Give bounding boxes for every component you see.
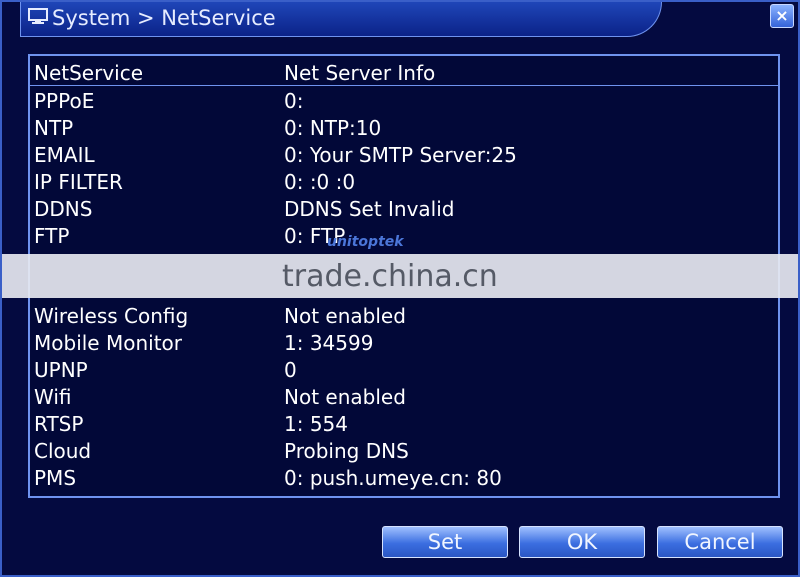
service-name: Mobile Monitor — [34, 331, 182, 355]
service-name: UPNP — [34, 358, 88, 382]
table-row[interactable]: Mobile Monitor 1: 34599 — [30, 330, 778, 356]
service-name: DDNS — [34, 197, 93, 221]
service-name: Wifi — [34, 385, 72, 409]
table-row[interactable]: RTSP 1: 554 — [30, 411, 778, 437]
monitor-icon — [28, 8, 48, 24]
title-bar: System > NetService × — [2, 2, 800, 38]
table-row[interactable]: NTP 0: NTP:10 — [30, 115, 778, 141]
service-name: RTSP — [34, 412, 84, 436]
service-info: 0: Your SMTP Server:25 — [284, 143, 517, 167]
table-row[interactable]: PMS 0: push.umeye.cn: 80 — [30, 465, 778, 491]
service-name: NTP — [34, 116, 74, 140]
table-row[interactable]: IP FILTER 0: :0 :0 — [30, 169, 778, 195]
service-name: EMAIL — [34, 143, 95, 167]
watermark-text: trade.china.cn — [282, 259, 498, 294]
cancel-button[interactable]: Cancel — [657, 526, 783, 558]
table-row[interactable]: Cloud Probing DNS — [30, 438, 778, 464]
table-header: NetService Net Server Info — [30, 60, 778, 86]
service-info: Probing DNS — [284, 439, 409, 463]
table-row[interactable]: DDNS DDNS Set Invalid — [30, 196, 778, 222]
service-info: 0: NTP:10 — [284, 116, 382, 140]
table-row[interactable]: UPNP 0 — [30, 357, 778, 383]
watermark-logo: unitoptek — [327, 234, 404, 250]
service-info: 1: 34599 — [284, 331, 374, 355]
service-info: 0: push.umeye.cn: 80 — [284, 466, 502, 490]
set-button[interactable]: Set — [382, 526, 508, 558]
column-header-net-server-info: Net Server Info — [284, 61, 436, 85]
column-header-netservice: NetService — [34, 61, 144, 85]
service-info: Not enabled — [284, 304, 406, 328]
table-row[interactable]: EMAIL 0: Your SMTP Server:25 — [30, 142, 778, 168]
table-row[interactable]: FTP 0: FTP — [30, 223, 778, 249]
service-name: PMS — [34, 466, 77, 490]
ok-button[interactable]: OK — [519, 526, 645, 558]
service-info: DDNS Set Invalid — [284, 197, 455, 221]
service-info: 0 — [284, 358, 297, 382]
close-button[interactable]: × — [770, 4, 794, 28]
service-name: IP FILTER — [34, 170, 123, 194]
table-row[interactable]: Wireless Config Not enabled — [30, 303, 778, 329]
service-name: FTP — [34, 224, 70, 248]
service-name: PPPoE — [34, 89, 95, 113]
table-row[interactable]: PPPoE 0: — [30, 88, 778, 114]
service-info: 1: 554 — [284, 412, 348, 436]
service-info: 0: — [284, 89, 304, 113]
netservice-window: System > NetService × NetService Net Ser… — [0, 0, 800, 577]
service-info: Not enabled — [284, 385, 406, 409]
table-row[interactable]: Wifi Not enabled — [30, 384, 778, 410]
service-name: Cloud — [34, 439, 92, 463]
window-title: System > NetService — [52, 6, 276, 30]
service-info: 0: :0 :0 — [284, 170, 356, 194]
service-name: Wireless Config — [34, 304, 189, 328]
